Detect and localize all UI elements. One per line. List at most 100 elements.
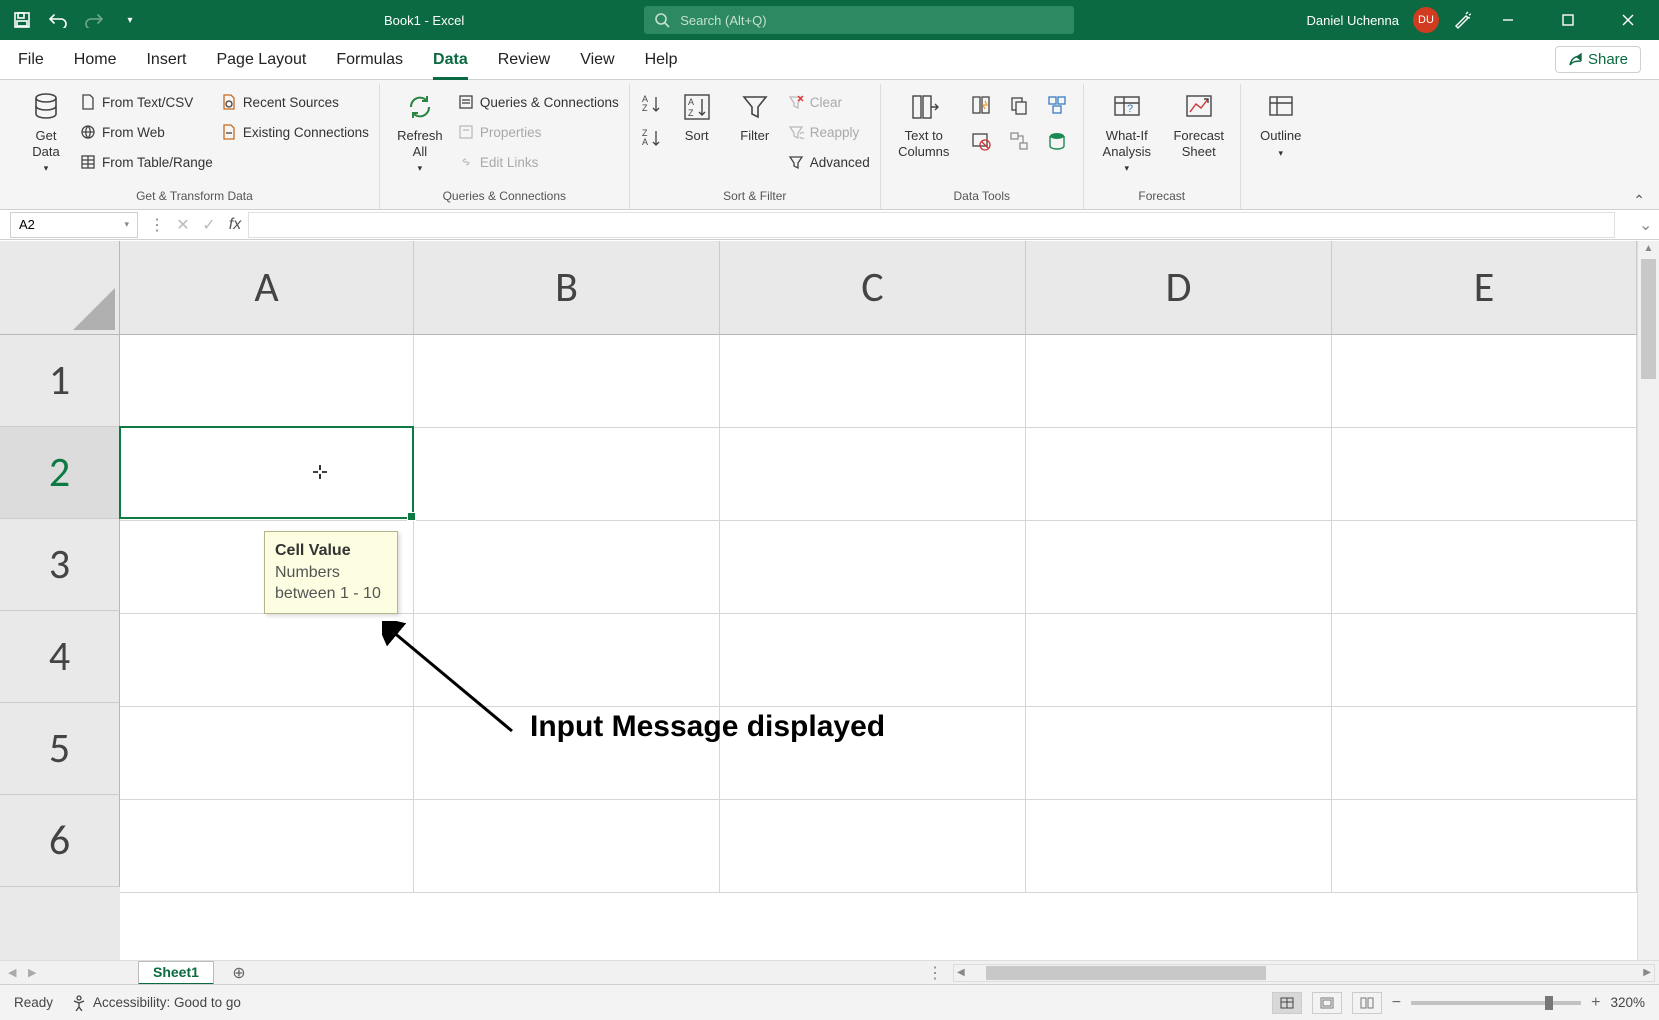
link-icon <box>458 154 474 170</box>
consolidate-button[interactable] <box>1047 95 1067 115</box>
row-header-4[interactable]: 4 <box>0 611 120 703</box>
row-header-2[interactable]: 2 <box>0 427 120 519</box>
row-header-5[interactable]: 5 <box>0 703 120 795</box>
svg-text:Z: Z <box>688 108 694 118</box>
svg-text:A: A <box>688 97 694 107</box>
collapse-ribbon-icon[interactable]: ⌃ <box>1633 192 1645 209</box>
tab-data[interactable]: Data <box>433 40 468 80</box>
col-header-c[interactable]: C <box>720 241 1026 335</box>
group-sort-filter: AZ ZA AZ Sort Filter Clear Reapply Advan… <box>630 84 881 209</box>
tab-page-layout[interactable]: Page Layout <box>216 40 306 80</box>
col-header-e[interactable]: E <box>1332 241 1637 335</box>
scrollbar-thumb[interactable] <box>1641 259 1656 379</box>
cell-area[interactable]: Cell Value Numbers between 1 - 10 Input … <box>120 335 1637 960</box>
sheet-tab-1[interactable]: Sheet1 <box>138 961 214 985</box>
relationships-button[interactable] <box>1009 131 1029 151</box>
tooltip-title: Cell Value <box>275 540 387 562</box>
add-sheet-button[interactable]: ⊕ <box>226 963 252 983</box>
maximize-button[interactable] <box>1545 0 1591 40</box>
redo-icon <box>80 6 108 34</box>
row-header-3[interactable]: 3 <box>0 519 120 611</box>
page-layout-view-button[interactable] <box>1312 992 1342 1014</box>
col-header-a[interactable]: A <box>120 241 414 335</box>
refresh-all-button[interactable]: Refresh All ▾ <box>390 90 450 174</box>
tab-home[interactable]: Home <box>74 40 117 80</box>
cancel-formula-button[interactable]: ✕ <box>170 212 196 238</box>
tab-insert[interactable]: Insert <box>146 40 186 80</box>
tab-nav-prev[interactable]: ◀ <box>8 966 28 979</box>
sort-desc-button[interactable]: ZA <box>640 128 664 148</box>
undo-icon[interactable] <box>44 6 72 34</box>
tab-formulas[interactable]: Formulas <box>336 40 403 80</box>
ribbon-tabs: File Home Insert Page Layout Formulas Da… <box>0 40 1659 80</box>
flash-fill-button[interactable] <box>971 95 991 115</box>
recent-sources-button[interactable]: Recent Sources <box>221 90 369 114</box>
fb-divider: ⋮ <box>144 212 170 238</box>
close-button[interactable] <box>1605 0 1651 40</box>
tab-review[interactable]: Review <box>498 40 550 80</box>
enter-formula-button[interactable]: ✓ <box>196 212 222 238</box>
zoom-level[interactable]: 320% <box>1610 995 1645 1010</box>
user-avatar[interactable]: DU <box>1413 7 1439 33</box>
relationships-icon <box>1009 131 1029 151</box>
share-button[interactable]: Share <box>1555 46 1641 73</box>
status-ready: Ready <box>14 995 53 1010</box>
qat-customize-icon[interactable]: ▾ <box>116 6 144 34</box>
filter-button[interactable]: Filter <box>730 90 780 144</box>
remove-duplicates-button[interactable] <box>1009 95 1029 115</box>
sort-button[interactable]: AZ Sort <box>672 90 722 144</box>
group-outline: Outline ▾ <box>1241 84 1321 209</box>
get-data-button[interactable]: Get Data ▾ <box>20 90 72 174</box>
tab-file[interactable]: File <box>18 40 44 80</box>
forecast-sheet-button[interactable]: Forecast Sheet <box>1168 90 1230 159</box>
zoom-out-button[interactable]: − <box>1392 994 1401 1012</box>
selected-cell-a2[interactable] <box>119 426 414 519</box>
from-table-range-button[interactable]: From Table/Range <box>80 150 213 174</box>
formula-input[interactable] <box>248 212 1615 238</box>
col-header-d[interactable]: D <box>1026 241 1332 335</box>
from-text-csv-button[interactable]: From Text/CSV <box>80 90 213 114</box>
what-if-button[interactable]: ? What-If Analysis ▾ <box>1094 90 1160 174</box>
row-header-6[interactable]: 6 <box>0 795 120 887</box>
minimize-button[interactable] <box>1485 0 1531 40</box>
share-icon <box>1568 53 1582 67</box>
existing-connections-button[interactable]: Existing Connections <box>221 120 369 144</box>
properties-icon <box>458 124 474 140</box>
outline-button[interactable]: Outline ▾ <box>1251 90 1311 158</box>
formula-bar: A2 ▾ ⋮ ✕ ✓ fx ⌄ <box>0 210 1659 240</box>
from-web-button[interactable]: From Web <box>80 120 213 144</box>
edit-links-button: Edit Links <box>458 150 619 174</box>
group-label: Get & Transform Data <box>136 186 253 209</box>
select-all-corner[interactable] <box>0 241 120 335</box>
zoom-slider[interactable] <box>1411 1001 1581 1005</box>
reapply-icon <box>788 124 804 140</box>
tab-help[interactable]: Help <box>645 40 678 80</box>
data-validation-button[interactable] <box>971 131 991 151</box>
horizontal-scrollbar[interactable]: ◀ ▶ <box>953 964 1655 982</box>
expand-formula-bar-icon[interactable]: ⌄ <box>1639 215 1659 235</box>
user-name[interactable]: Daniel Uchenna <box>1306 13 1399 28</box>
coming-soon-icon[interactable] <box>1453 11 1471 29</box>
advanced-filter-button[interactable]: Advanced <box>788 150 870 174</box>
fx-button[interactable]: fx <box>222 212 248 238</box>
search-box[interactable]: Search (Alt+Q) <box>644 6 1074 34</box>
data-model-button[interactable] <box>1047 131 1067 151</box>
zoom-in-button[interactable]: + <box>1591 994 1600 1012</box>
name-box[interactable]: A2 ▾ <box>10 212 138 238</box>
row-header-1[interactable]: 1 <box>0 335 120 427</box>
zoom-thumb[interactable] <box>1545 996 1553 1010</box>
normal-view-button[interactable] <box>1272 992 1302 1014</box>
queries-connections-button[interactable]: Queries & Connections <box>458 90 619 114</box>
tab-view[interactable]: View <box>580 40 614 80</box>
text-to-columns-button[interactable]: Text to Columns <box>891 90 957 159</box>
recent-icon <box>221 94 237 110</box>
scrollbar-thumb[interactable] <box>986 966 1266 980</box>
vertical-scrollbar[interactable]: ▲ <box>1637 241 1659 960</box>
tab-nav-next[interactable]: ▶ <box>28 966 48 979</box>
col-header-b[interactable]: B <box>414 241 720 335</box>
accessibility-status[interactable]: Accessibility: Good to go <box>71 995 241 1011</box>
page-break-view-button[interactable] <box>1352 992 1382 1014</box>
flash-fill-icon <box>971 95 991 115</box>
save-icon[interactable] <box>8 6 36 34</box>
sort-asc-button[interactable]: AZ <box>640 94 664 114</box>
